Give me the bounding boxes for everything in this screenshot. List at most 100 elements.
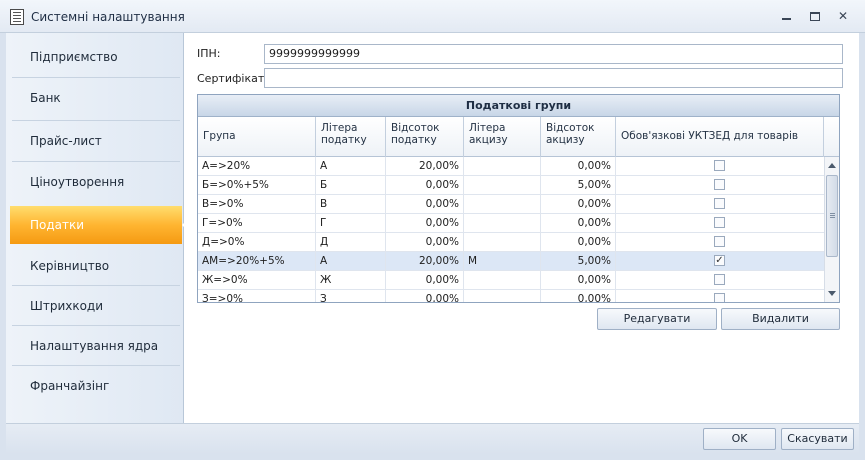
table-row-selected[interactable]: АМ=>20%+5% А 20,00% М 5,00% ✓: [198, 252, 824, 271]
sidebar-item-barcodes[interactable]: Штрихкоди: [6, 287, 184, 325]
group-cell: Д=>0%: [198, 233, 316, 251]
table-row[interactable]: Ж=>0% Ж 0,00% 0,00%: [198, 271, 824, 290]
group-cell: Г=>0%: [198, 214, 316, 232]
tax-letter-cell: Д: [316, 233, 386, 251]
close-button[interactable]: ✕: [834, 9, 852, 25]
tax-letter-cell: А: [316, 157, 386, 175]
maximize-button[interactable]: [806, 9, 824, 25]
column-header-uktzed[interactable]: Обов'язкові УКТЗЕД для товарів: [616, 117, 824, 157]
table-row[interactable]: Д=>0% Д 0,00% 0,00%: [198, 233, 824, 252]
sidebar-divider: [12, 365, 180, 366]
edit-button[interactable]: Редагувати: [597, 308, 717, 330]
sidebar-item-core-settings[interactable]: Налаштування ядра: [6, 327, 184, 365]
sidebar-divider: [12, 120, 180, 121]
tax-letter-cell: Г: [316, 214, 386, 232]
grid-header: Група Літера податку Відсоток податку Лі…: [198, 117, 839, 157]
uktzed-checkbox[interactable]: [714, 217, 725, 228]
settings-sidebar: Підприємство Банк Прайс-лист Ціноутворен…: [6, 33, 190, 423]
scroll-up-icon[interactable]: [828, 163, 836, 168]
tax-percent-cell: 0,00%: [386, 233, 464, 251]
sidebar-item-franchising[interactable]: Франчайзінг: [6, 367, 184, 405]
delete-button[interactable]: Видалити: [721, 308, 840, 330]
tax-letter-cell: З: [316, 290, 386, 302]
sidebar-item-taxes[interactable]: Податки: [10, 206, 190, 244]
group-cell: Ж=>0%: [198, 271, 316, 289]
title-bar: Системні налаштування ✕: [0, 0, 865, 33]
excise-percent-cell: 5,00%: [541, 176, 616, 194]
tax-percent-cell: 0,00%: [386, 290, 464, 302]
building-icon: [10, 9, 24, 25]
uktzed-checkbox[interactable]: [714, 274, 725, 285]
table-row[interactable]: З=>0% З 0,00% 0,00%: [198, 290, 824, 302]
excise-percent-cell: 0,00%: [541, 157, 616, 175]
group-cell: А=>20%: [198, 157, 316, 175]
window-frame-right: [859, 33, 865, 460]
tax-letter-cell: Б: [316, 176, 386, 194]
excise-letter-cell: [464, 233, 541, 251]
close-icon: ✕: [837, 9, 849, 23]
tax-letter-cell: Ж: [316, 271, 386, 289]
grid-body: А=>20% А 20,00% 0,00% Б=>0%+5% Б 0,00% 5…: [198, 157, 824, 302]
table-row[interactable]: Б=>0%+5% Б 0,00% 5,00%: [198, 176, 824, 195]
excise-percent-cell: 0,00%: [541, 195, 616, 213]
uktzed-checkbox[interactable]: ✓: [714, 255, 725, 266]
sidebar-divider: [12, 161, 180, 162]
grid-caption: Податкові групи: [198, 95, 839, 117]
window-frame-bottom: [0, 454, 865, 460]
tax-percent-cell: 0,00%: [386, 176, 464, 194]
sidebar-divider: [12, 325, 180, 326]
group-cell: В=>0%: [198, 195, 316, 213]
certificate-label: Сертифікат:: [197, 72, 268, 85]
tax-percent-cell: 0,00%: [386, 271, 464, 289]
sidebar-item-management[interactable]: Керівництво: [6, 247, 184, 285]
excise-letter-cell: [464, 176, 541, 194]
excise-percent-cell: 0,00%: [541, 271, 616, 289]
ipn-input[interactable]: 9999999999999: [264, 44, 843, 64]
excise-percent-cell: 5,00%: [541, 252, 616, 270]
maximize-icon: [810, 12, 820, 21]
table-row[interactable]: Г=>0% Г 0,00% 0,00%: [198, 214, 824, 233]
column-header-tax-letter[interactable]: Літера податку: [316, 117, 386, 157]
excise-letter-cell: [464, 290, 541, 302]
column-header-tax-percent[interactable]: Відсоток податку: [386, 117, 464, 157]
grid-vertical-scrollbar[interactable]: [824, 157, 839, 302]
excise-letter-cell: [464, 271, 541, 289]
uktzed-checkbox[interactable]: [714, 236, 725, 247]
excise-letter-cell: [464, 214, 541, 232]
group-cell: АМ=>20%+5%: [198, 252, 316, 270]
excise-letter-cell: М: [464, 252, 541, 270]
table-row[interactable]: В=>0% В 0,00% 0,00%: [198, 195, 824, 214]
sidebar-item-enterprise[interactable]: Підприємство: [6, 38, 184, 76]
sidebar-item-price-list[interactable]: Прайс-лист: [6, 122, 184, 160]
table-row[interactable]: А=>20% А 20,00% 0,00%: [198, 157, 824, 176]
minimize-icon: [781, 18, 791, 20]
column-header-excise-percent[interactable]: Відсоток акцизу: [541, 117, 616, 157]
scroll-down-icon[interactable]: [828, 291, 836, 296]
sidebar-item-bank[interactable]: Банк: [6, 79, 184, 117]
group-cell: Б=>0%+5%: [198, 176, 316, 194]
tax-percent-cell: 20,00%: [386, 252, 464, 270]
tax-letter-cell: А: [316, 252, 386, 270]
certificate-input[interactable]: [264, 68, 843, 88]
group-cell: З=>0%: [198, 290, 316, 302]
uktzed-checkbox[interactable]: [714, 293, 725, 302]
tax-letter-cell: В: [316, 195, 386, 213]
tax-percent-cell: 0,00%: [386, 195, 464, 213]
column-header-excise-letter[interactable]: Літера акцизу: [464, 117, 541, 157]
excise-percent-cell: 0,00%: [541, 233, 616, 251]
excise-percent-cell: 0,00%: [541, 214, 616, 232]
scroll-thumb[interactable]: [826, 175, 838, 257]
cancel-button[interactable]: Скасувати: [781, 428, 854, 450]
window-title: Системні налаштування: [31, 10, 185, 24]
tax-percent-cell: 0,00%: [386, 214, 464, 232]
minimize-button[interactable]: [777, 9, 795, 25]
uktzed-checkbox[interactable]: [714, 198, 725, 209]
sidebar-item-pricing[interactable]: Ціноутворення: [6, 163, 184, 201]
ok-button[interactable]: OK: [703, 428, 776, 450]
column-header-group[interactable]: Група: [198, 117, 316, 157]
tax-groups-grid: Податкові групи Група Літера податку Від…: [197, 94, 840, 303]
uktzed-checkbox[interactable]: [714, 160, 725, 171]
sidebar-divider: [12, 285, 180, 286]
uktzed-checkbox[interactable]: [714, 179, 725, 190]
sidebar-divider: [12, 77, 180, 78]
